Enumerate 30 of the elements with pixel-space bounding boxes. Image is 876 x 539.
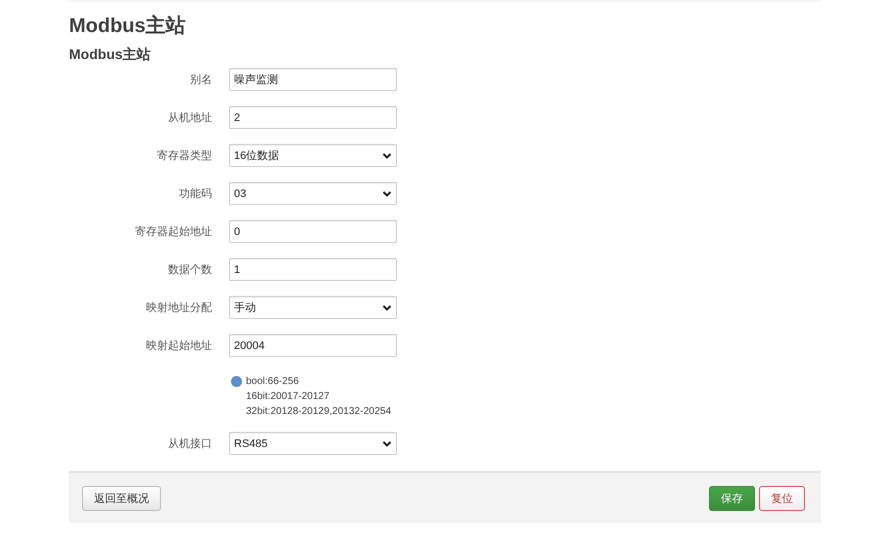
save-button[interactable]: 保存 [709, 486, 755, 510]
chevron-down-icon [382, 302, 392, 312]
input-field[interactable]: 噪声监测 [229, 68, 397, 91]
hint-text: bool:66-256 [246, 376, 299, 386]
chevron-down-icon [382, 188, 392, 198]
field-label: 寄存器起始地址 [135, 226, 212, 238]
dropdown[interactable]: 手动 [229, 296, 397, 319]
dropdown[interactable]: 03 [229, 182, 397, 205]
dropdown[interactable]: 16位数据 [229, 144, 397, 167]
field-label: 数据个数 [168, 264, 212, 276]
back-button[interactable]: 返回至概况 [82, 486, 161, 510]
field-label: 功能码 [179, 188, 212, 200]
input-field[interactable]: 0 [229, 220, 397, 243]
field-label: 寄存器类型 [157, 150, 212, 162]
input-field[interactable]: 1 [229, 258, 397, 281]
chevron-down-icon [382, 438, 392, 448]
field-label: 从机地址 [168, 112, 212, 124]
input-field[interactable]: 20004 [229, 334, 397, 357]
chevron-down-icon [382, 150, 392, 160]
field-label: 从机接口 [168, 438, 212, 450]
field-label: 映射地址分配 [146, 302, 212, 314]
section-title: Modbus主站 [69, 46, 152, 62]
input-field[interactable]: 2 [229, 106, 397, 129]
dropdown[interactable]: RS485 [229, 432, 397, 455]
reset-button[interactable]: 复位 [759, 486, 805, 510]
hint-text: 16bit:20017-20127 [246, 390, 330, 402]
field-label: 别名 [190, 74, 212, 86]
field-label: 映射起始地址 [146, 340, 212, 352]
hint-text: 32bit:20128-20129,20132-20254 [246, 406, 392, 416]
page-title: Modbus主站 [69, 14, 187, 39]
